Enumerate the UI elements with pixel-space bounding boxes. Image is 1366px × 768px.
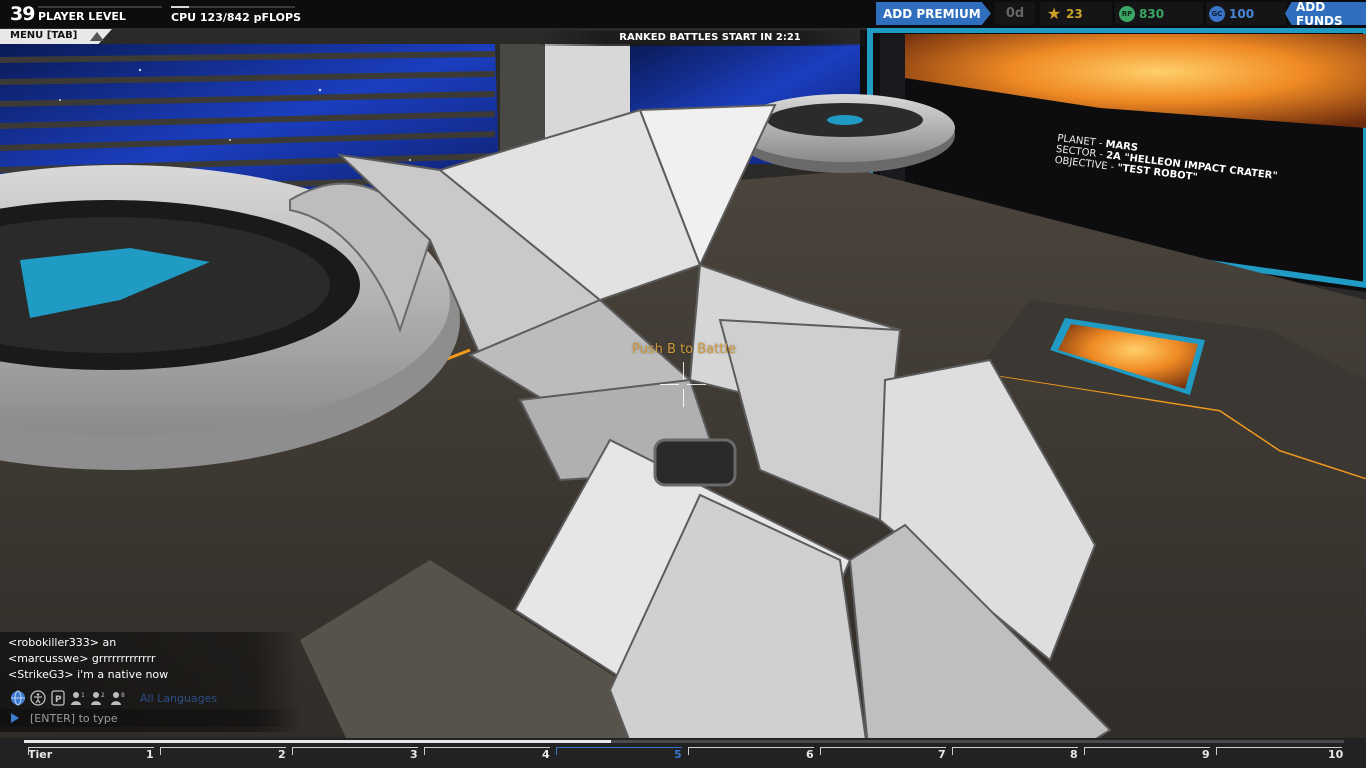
chat-message: <marcusswe> grrrrrrrrrrrrr <box>8 652 156 665</box>
menu-expand-arrow-icon[interactable] <box>90 32 104 41</box>
cpu-usage-label: CPU 123/842 pFLOPS <box>171 11 302 24</box>
tier-number-4: 4 <box>542 748 550 761</box>
tier-segment-8 <box>952 747 1078 755</box>
stars-currency: ★ 23 <box>1040 2 1112 25</box>
chat-language-selector[interactable]: All Languages <box>140 692 217 705</box>
cpu-usage-fill <box>171 6 190 8</box>
friend-three-icon[interactable]: 8 <box>110 690 126 706</box>
tier-number-8: 8 <box>1070 748 1078 761</box>
tier-segment-4 <box>424 747 550 755</box>
tier-segment-3 <box>292 747 418 755</box>
tier-segment-1 <box>28 747 154 755</box>
friend-two-icon[interactable]: 2 <box>90 690 106 706</box>
globe-icon[interactable] <box>10 690 26 706</box>
svg-text:1: 1 <box>81 692 85 699</box>
tier-segment-7 <box>820 747 946 755</box>
add-funds-button[interactable]: ADD FUNDS <box>1285 2 1366 25</box>
add-premium-button[interactable]: ADD PREMIUM <box>876 2 991 25</box>
accessibility-icon[interactable] <box>30 690 46 706</box>
tier-number-10: 10 <box>1328 748 1344 761</box>
chat-input[interactable] <box>30 711 290 725</box>
battle-prompt: Push B to Battle <box>632 342 736 357</box>
tier-segment-10 <box>1216 747 1342 755</box>
tier-number-5: 5 <box>674 748 682 761</box>
svg-text:8: 8 <box>121 692 125 699</box>
tier-segment-6 <box>688 747 814 755</box>
galaxy-coins-currency: GC 100 <box>1206 2 1286 25</box>
player-level-label: PLAYER LEVEL <box>38 10 126 23</box>
chat-channel-filters: P 1 2 8 <box>10 690 126 706</box>
menu-tab-label[interactable]: MENU [TAB] <box>10 30 77 41</box>
tier-segment-9 <box>1084 747 1210 755</box>
tier-number-1: 1 <box>146 748 154 761</box>
galaxy-coin-icon: GC <box>1209 5 1225 22</box>
svg-text:P: P <box>55 695 62 705</box>
tier-number-7: 7 <box>938 748 946 761</box>
tier-segment-2 <box>160 747 286 755</box>
tier-number-6: 6 <box>806 748 814 761</box>
star-icon: ★ <box>1046 4 1062 23</box>
tier-number-3: 3 <box>410 748 418 761</box>
chat-send-arrow-icon <box>11 713 19 723</box>
robit-icon: RP <box>1119 5 1135 22</box>
stars-value: 23 <box>1066 6 1083 21</box>
crosshair-icon <box>660 362 706 408</box>
chat-message: <StrikeG3> i'm a native now <box>8 668 169 681</box>
friend-one-icon[interactable]: 1 <box>70 690 86 706</box>
chat-message: <robokiller333> an <box>8 636 117 649</box>
player-level-progress <box>38 6 162 8</box>
robits-value: 830 <box>1139 6 1165 21</box>
tier-number-9: 9 <box>1202 748 1210 761</box>
player-level-number: 39 <box>10 3 35 25</box>
tier-progress-fill <box>24 740 612 743</box>
svg-text:2: 2 <box>101 692 105 699</box>
ranked-countdown-text: RANKED BATTLES START IN 2:21 <box>619 32 801 43</box>
party-icon[interactable]: P <box>50 690 66 706</box>
galaxy-coins-value: 100 <box>1229 6 1255 21</box>
robits-currency: RP 830 <box>1115 2 1203 25</box>
tier-number-2: 2 <box>278 748 286 761</box>
cpu-usage-bar <box>171 6 295 8</box>
premium-days-remaining: 0d <box>995 2 1035 25</box>
tier-segment-5 <box>556 747 682 755</box>
